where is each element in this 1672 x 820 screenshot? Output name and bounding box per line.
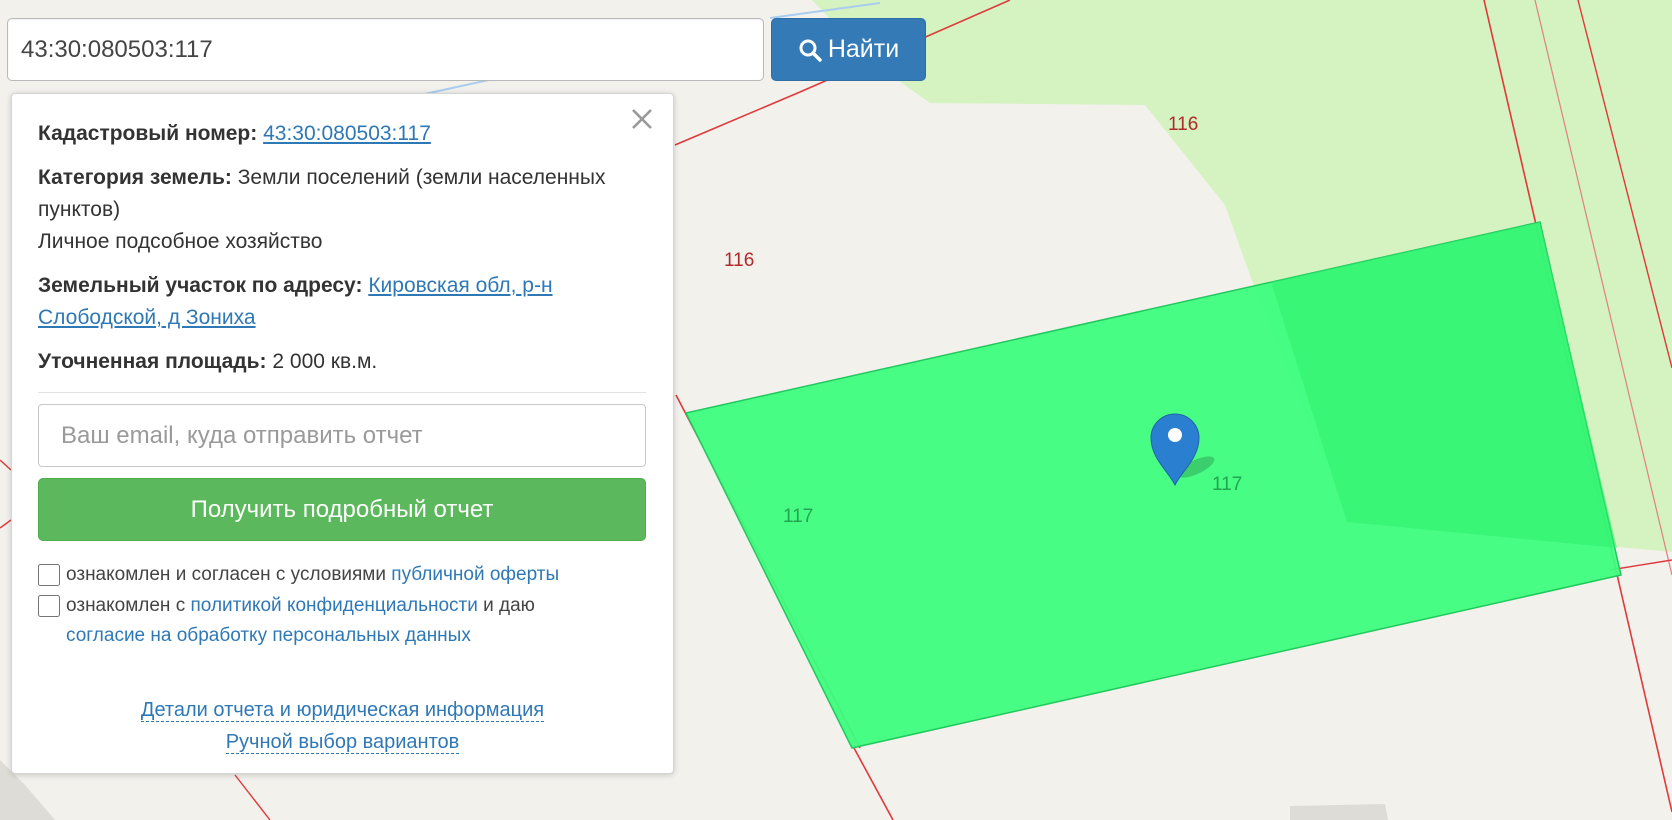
grey-area-bottom-right <box>1290 804 1388 820</box>
search-button-label: Найти <box>827 35 900 63</box>
address-row: Земельный участок по адресу: Кировская о… <box>38 270 646 334</box>
offer-agreement: ознакомлен и согласен с условиями публич… <box>38 560 559 590</box>
offer-checkbox[interactable] <box>38 564 60 586</box>
divider <box>38 392 646 393</box>
area-value: 2 000 кв.м. <box>272 350 378 373</box>
search-button[interactable]: Найти <box>771 18 926 81</box>
parcel-label: 117 <box>1212 474 1242 495</box>
parcel-info-popup: Кадастровый номер: 43:30:080503:117 Кате… <box>11 93 674 774</box>
cadastral-row: Кадастровый номер: 43:30:080503:117 <box>38 118 646 150</box>
category-row: Категория земель: Земли поселений (земли… <box>38 162 646 258</box>
close-icon[interactable] <box>627 104 657 134</box>
land-usage: Личное подсобное хозяйство <box>38 230 323 253</box>
privacy-policy-link[interactable]: политикой конфиденциальности <box>191 595 478 616</box>
cadastral-label: Кадастровый номер: <box>38 122 258 145</box>
search-input[interactable] <box>7 18 764 81</box>
footer-links: Детали отчета и юридическая информация Р… <box>12 694 673 758</box>
address-label: Земельный участок по адресу: <box>38 274 363 297</box>
parcel-label: 116 <box>724 250 754 271</box>
email-input[interactable] <box>38 404 646 467</box>
area-label: Уточненная площадь: <box>38 350 267 373</box>
privacy-text: ознакомлен с <box>66 595 186 616</box>
report-details-link[interactable]: Детали отчета и юридическая информация <box>140 699 545 722</box>
privacy-text-middle: и даю <box>483 595 535 616</box>
search-icon <box>799 39 822 62</box>
category-label: Категория земель: <box>38 166 232 189</box>
privacy-checkbox[interactable] <box>38 595 60 617</box>
parcel-label: 116 <box>1168 114 1198 135</box>
get-report-button[interactable]: Получить подробный отчет <box>38 478 646 541</box>
manual-selection-link[interactable]: Ручной выбор вариантов <box>225 731 460 754</box>
privacy-agreement: ознакомлен с политикой конфиденциальност… <box>38 591 535 651</box>
parcel-label: 117 <box>783 506 813 527</box>
area-row: Уточненная площадь: 2 000 кв.м. <box>38 346 646 378</box>
personal-data-consent-link[interactable]: согласие на обработку персональных данны… <box>66 625 471 646</box>
cadastral-number-link[interactable]: 43:30:080503:117 <box>263 122 431 145</box>
offer-text: ознакомлен и согласен с условиями <box>66 564 386 585</box>
public-offer-link[interactable]: публичной оферты <box>391 564 559 585</box>
